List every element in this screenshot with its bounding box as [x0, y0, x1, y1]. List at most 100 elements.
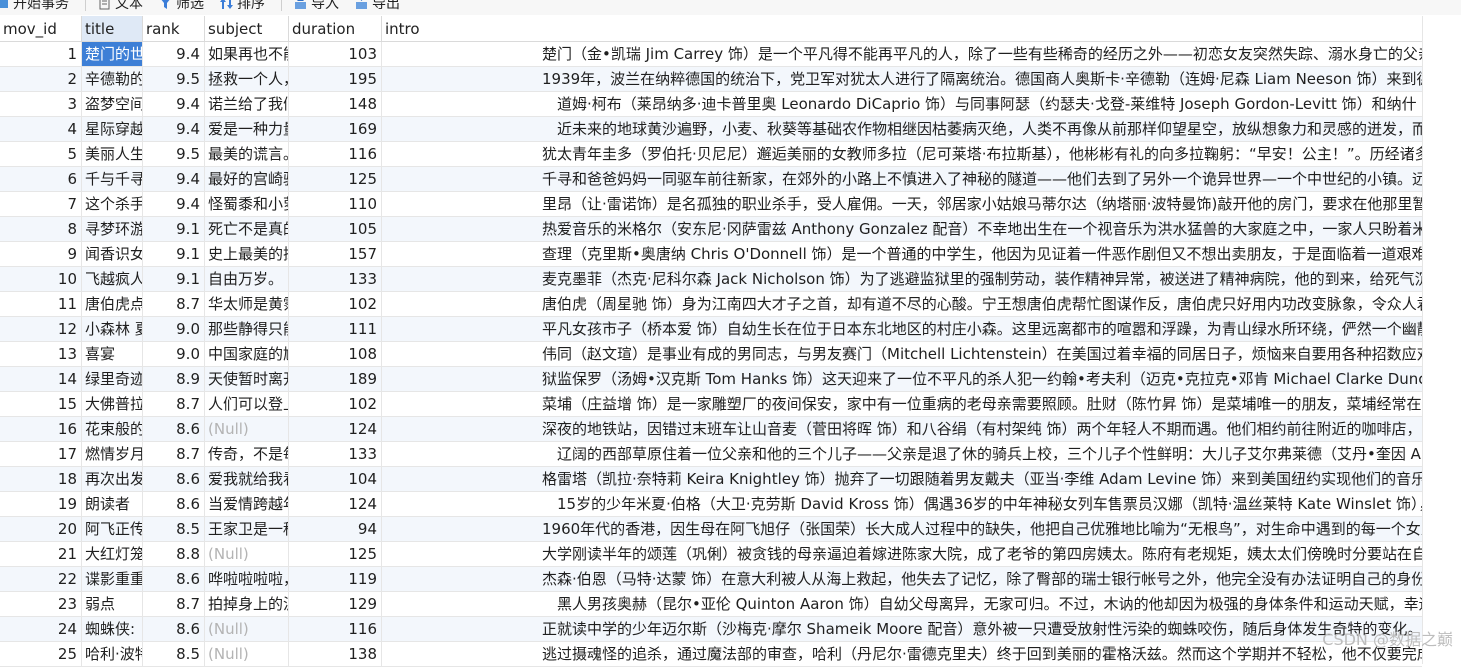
cell-intro[interactable]: 狱监保罗（汤姆•汉克斯 Tom Hanks 饰）这天迎来了一位不平凡的杀人犯一约…: [382, 367, 1422, 391]
cell-subject[interactable]: 死亡不是真的: [205, 217, 289, 241]
table-row[interactable]: 7这个杀手9.4怪蜀黍和小萝110里昂（让·雷诺饰）是名孤独的职业杀手，受人雇佣…: [0, 192, 1422, 217]
cell-intro[interactable]: 黑人男孩奥赫（昆尔•亚伦 Quinton Aaron 饰）自幼父母离异，无家可归…: [382, 592, 1422, 616]
cell-title[interactable]: 蜘蛛侠:: [82, 617, 143, 641]
table-row[interactable]: 19朗读者8.6当爱情跨越年124 15岁的少年米夏·伯格（大卫·克劳斯 Dav…: [0, 492, 1422, 517]
cell-intro[interactable]: 大学刚读半年的颂莲（巩俐）被贪钱的母亲逼迫着嫁进陈家大院，成了老爷的第四房姨太。…: [382, 542, 1422, 566]
cell-duration[interactable]: 124: [289, 417, 382, 441]
cell-title[interactable]: 朗读者: [82, 492, 143, 516]
cell-title[interactable]: 辛德勒的: [82, 67, 143, 91]
table-row[interactable]: 18再次出发8.6爱我就给我看104格雷塔（凯拉·奈特莉 Keira Knigh…: [0, 467, 1422, 492]
cell-mov-id[interactable]: 1: [0, 42, 82, 66]
cell-duration[interactable]: 110: [289, 192, 382, 216]
cell-title[interactable]: 哈利·波特: [82, 642, 143, 666]
cell-mov-id[interactable]: 22: [0, 567, 82, 591]
filter-button[interactable]: 筛选: [159, 0, 204, 13]
cell-subject[interactable]: 拍掉身上的泥: [205, 592, 289, 616]
cell-rank[interactable]: 8.6: [143, 617, 205, 641]
table-row[interactable]: 24 蜘蛛侠: 8.6 (Null) 116 正就读中学的少年迈尔斯（沙梅克·摩尔 Sha…: [0, 617, 1422, 642]
cell-title[interactable]: 楚门的世: [82, 42, 143, 66]
cell-duration[interactable]: 125: [289, 167, 382, 191]
table-row[interactable]: 6千与千寻9.4最好的宫崎骏125千寻和爸爸妈妈一同驱车前往新家，在郊外的小路上…: [0, 167, 1422, 192]
cell-duration[interactable]: 108: [289, 342, 382, 366]
cell-rank[interactable]: 9.4: [143, 117, 205, 141]
cell-title[interactable]: 喜宴: [82, 342, 143, 366]
table-row[interactable]: 4星际穿越9.4爱是一种力量169 近未来的地球黄沙遍野，小麦、秋葵等基础农作物…: [0, 117, 1422, 142]
cell-title[interactable]: 绿里奇迹: [82, 367, 143, 391]
cell-intro[interactable]: 深夜的地铁站，因错过末班车让山音麦（菅田将晖 饰）和八谷绢（有村架纯 饰）两个年…: [382, 417, 1422, 441]
cell-subject[interactable]: 当爱情跨越年: [205, 492, 289, 516]
cell-intro[interactable]: 伟同（赵文瑄）是事业有成的男同志，与男友赛门（Mitchell Lichtens…: [382, 342, 1422, 366]
cell-intro[interactable]: 辽阔的西部草原住着一位父亲和他的三个儿子——父亲是退了休的骑兵上校，三个儿子个性…: [382, 442, 1422, 466]
text-button[interactable]: 文本: [98, 0, 143, 13]
cell-subject[interactable]: 传奇，不是每: [205, 442, 289, 466]
cell-rank[interactable]: 8.7: [143, 442, 205, 466]
cell-intro[interactable]: 查理（克里斯•奥唐纳 Chris O'Donnell 饰）是一个普通的中学生，他…: [382, 242, 1422, 266]
table-row[interactable]: 10 飞越疯人 9.1 自由万岁。 133 麦克墨菲（杰克·尼科尔森 Jack Nicho…: [0, 267, 1422, 292]
cell-rank[interactable]: 8.6: [143, 567, 205, 591]
cell-title[interactable]: 盗梦空间: [82, 92, 143, 116]
cell-subject[interactable]: 爱是一种力量: [205, 117, 289, 141]
cell-mov-id[interactable]: 20: [0, 517, 82, 541]
cell-duration[interactable]: 111: [289, 317, 382, 341]
cell-subject[interactable]: 人们可以登上: [205, 392, 289, 416]
cell-mov-id[interactable]: 17: [0, 442, 82, 466]
table-row[interactable]: 3盗梦空间9.4诺兰给了我们148 道姆·柯布（莱昂纳多·迪卡普里奥 Leona…: [0, 92, 1422, 117]
cell-title[interactable]: 花束般的: [82, 417, 143, 441]
cell-subject[interactable]: 史上最美的探: [205, 242, 289, 266]
column-header-rank[interactable]: rank: [143, 16, 205, 42]
cell-intro[interactable]: 热爱音乐的米格尔（安东尼·冈萨雷兹 Anthony Gonzalez 配音）不幸…: [382, 217, 1422, 241]
cell-subject[interactable]: (Null): [205, 617, 289, 641]
table-row[interactable]: 15大佛普拉8.7人们可以登上102菜埔（庄益增 饰）是一家雕塑厂的夜间保安，家…: [0, 392, 1422, 417]
table-row[interactable]: 14绿里奇迹8.9天使暂时离开189狱监保罗（汤姆•汉克斯 Tom Hanks …: [0, 367, 1422, 392]
table-row[interactable]: 16 花束般的 8.6 (Null) 124 深夜的地铁站，因错过末班车让山音麦（菅田将晖…: [0, 417, 1422, 442]
begin-transaction-button[interactable]: 开始事务: [0, 0, 69, 13]
cell-duration[interactable]: 103: [289, 42, 382, 66]
cell-rank[interactable]: 9.5: [143, 142, 205, 166]
cell-duration[interactable]: 119: [289, 567, 382, 591]
cell-intro[interactable]: 逃过摄魂怪的追杀，通过魔法部的审查，哈利（丹尼尔·雷德克里夫）终于回到美丽的霍格…: [382, 642, 1422, 666]
cell-rank[interactable]: 9.4: [143, 92, 205, 116]
cell-rank[interactable]: 8.7: [143, 392, 205, 416]
cell-title[interactable]: 这个杀手: [82, 192, 143, 216]
cell-rank[interactable]: 9.5: [143, 67, 205, 91]
cell-title[interactable]: 大红灯笼: [82, 542, 143, 566]
cell-subject[interactable]: 华太师是黄霑: [205, 292, 289, 316]
table-row[interactable]: 21 大红灯笼 8.8 (Null) 125 大学刚读半年的颂莲（巩俐）被贪钱的母亲逼迫着…: [0, 542, 1422, 567]
cell-subject[interactable]: 最好的宫崎骏: [205, 167, 289, 191]
cell-subject[interactable]: 王家卫是一种: [205, 517, 289, 541]
table-row[interactable]: 20阿飞正传8.5王家卫是一种941960年代的香港，因生母在阿飞旭仔（张国荣）…: [0, 517, 1422, 542]
cell-rank[interactable]: 9.1: [143, 217, 205, 241]
cell-intro[interactable]: 正就读中学的少年迈尔斯（沙梅克·摩尔 Shameik Moore 配音）意外被一…: [382, 617, 1422, 641]
table-row[interactable]: 17燃情岁月8.7传奇，不是每133 辽阔的西部草原住着一位父亲和他的三个儿子—…: [0, 442, 1422, 467]
cell-mov-id[interactable]: 14: [0, 367, 82, 391]
cell-subject[interactable]: 哗啦啦啦啦，: [205, 567, 289, 591]
cell-subject[interactable]: 自由万岁。: [205, 267, 289, 291]
table-row[interactable]: 12小森林 夏9.0那些静得只能111平凡女孩市子（桥本爱 饰）自幼生长在位于日…: [0, 317, 1422, 342]
cell-rank[interactable]: 8.6: [143, 492, 205, 516]
cell-intro[interactable]: 格雷塔（凯拉·奈特莉 Keira Knightley 饰）抛弃了一切跟随着男友戴…: [382, 467, 1422, 491]
cell-duration[interactable]: 125: [289, 542, 382, 566]
cell-duration[interactable]: 116: [289, 142, 382, 166]
import-button[interactable]: 导入: [294, 0, 339, 13]
table-row[interactable]: 9闻香识女9.1史上最美的探157查理（克里斯•奥唐纳 Chris O'Donn…: [0, 242, 1422, 267]
cell-title[interactable]: 美丽人生: [82, 142, 143, 166]
cell-mov-id[interactable]: 7: [0, 192, 82, 216]
export-button[interactable]: 导出: [355, 0, 400, 13]
column-header-subject[interactable]: subject: [205, 16, 289, 42]
cell-rank[interactable]: 8.6: [143, 467, 205, 491]
cell-duration[interactable]: 138: [289, 642, 382, 666]
cell-intro[interactable]: 楚门（金•凯瑞 Jim Carrey 饰）是一个平凡得不能再平凡的人，除了一些有…: [382, 42, 1422, 66]
sort-button[interactable]: 排序: [220, 0, 265, 13]
cell-subject[interactable]: 那些静得只能: [205, 317, 289, 341]
cell-rank[interactable]: 9.0: [143, 342, 205, 366]
cell-mov-id[interactable]: 13: [0, 342, 82, 366]
cell-duration[interactable]: 104: [289, 467, 382, 491]
cell-mov-id[interactable]: 23: [0, 592, 82, 616]
cell-rank[interactable]: 8.9: [143, 367, 205, 391]
cell-mov-id[interactable]: 21: [0, 542, 82, 566]
table-row[interactable]: 13喜宴9.0中国家庭的尴108伟同（赵文瑄）是事业有成的男同志，与男友赛门（M…: [0, 342, 1422, 367]
cell-title[interactable]: 阿飞正传: [82, 517, 143, 541]
cell-duration[interactable]: 133: [289, 267, 382, 291]
cell-subject[interactable]: (Null): [205, 542, 289, 566]
cell-duration[interactable]: 129: [289, 592, 382, 616]
